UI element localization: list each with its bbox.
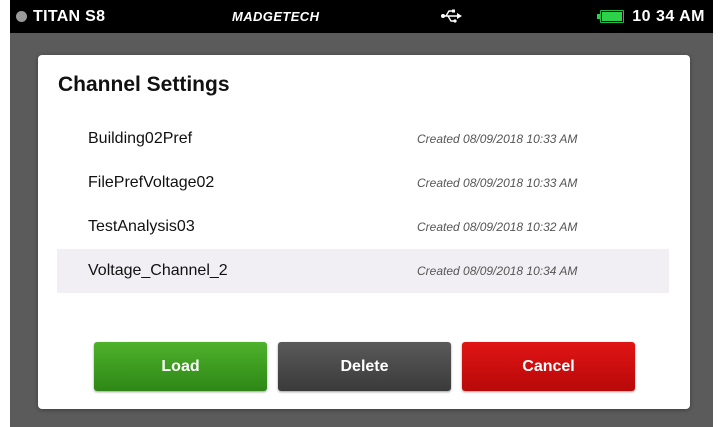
list-item-created: Created 08/09/2018 10:34 AM: [417, 264, 578, 278]
list-item-created: Created 08/09/2018 10:33 AM: [417, 132, 578, 146]
usb-icon: [441, 9, 462, 23]
list-item[interactable]: TestAnalysis03 Created 08/09/2018 10:32 …: [57, 205, 669, 249]
clock-group: 10 34 AM: [597, 0, 705, 33]
cancel-button[interactable]: Cancel: [462, 342, 635, 391]
list-item-selected[interactable]: Voltage_Channel_2 Created 08/09/2018 10:…: [57, 249, 669, 293]
list-item-created: Created 08/09/2018 10:33 AM: [417, 176, 578, 190]
load-button[interactable]: Load: [94, 342, 267, 391]
list-item-created: Created 08/09/2018 10:32 AM: [417, 220, 578, 234]
dialog-title: Channel Settings: [58, 73, 230, 96]
battery-icon: [597, 10, 625, 23]
device-name: TITAN S8: [33, 7, 106, 25]
list-item-name: TestAnalysis03: [88, 218, 195, 235]
device-screen: TITAN S8 MADGETECH 10 34 AM Channel Sett…: [10, 0, 713, 427]
status-bar: TITAN S8 MADGETECH 10 34 AM: [10, 0, 713, 33]
list-item[interactable]: FilePrefVoltage02 Created 08/09/2018 10:…: [57, 161, 669, 205]
channel-settings-dialog: Channel Settings Building02Pref Created …: [38, 55, 690, 409]
list-item-name: Building02Pref: [88, 130, 193, 147]
channel-settings-list: Building02Pref Created 08/09/2018 10:33 …: [57, 117, 669, 293]
clock: 10 34 AM: [632, 7, 705, 25]
device-name-group: TITAN S8: [16, 0, 105, 33]
brand-logo: MADGETECH: [232, 9, 320, 24]
status-dot-icon: [16, 11, 27, 22]
list-item-name: FilePrefVoltage02: [88, 174, 215, 191]
list-item-name: Voltage_Channel_2: [88, 262, 228, 279]
list-item[interactable]: Building02Pref Created 08/09/2018 10:33 …: [57, 117, 669, 161]
delete-button[interactable]: Delete: [278, 342, 451, 391]
